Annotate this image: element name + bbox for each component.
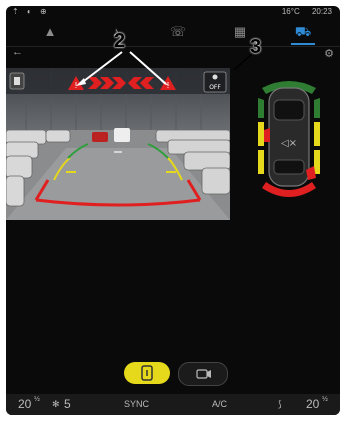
view-toggle-bar <box>124 362 230 386</box>
sensor-view-button[interactable] <box>124 362 170 384</box>
fan-icon[interactable]: ✻ <box>52 399 60 410</box>
left-temp[interactable]: 20 <box>18 397 31 411</box>
callout-label-2: 2 <box>114 30 126 52</box>
sync-button[interactable]: SYNC <box>124 399 149 409</box>
climate-bar: 20 ½ ✻ 5 SYNC A/C ⟆ 20 ½ <box>6 394 340 415</box>
svg-text:◁×: ◁× <box>281 138 297 149</box>
parking-sensor-panel: ◁× <box>252 74 326 202</box>
right-temp[interactable]: 20 <box>306 397 319 411</box>
fan-level[interactable]: 5 <box>64 397 71 411</box>
ac-button[interactable]: A/C <box>212 399 227 409</box>
left-temp-unit: ½ <box>34 396 40 403</box>
callout-label-3: 3 <box>250 36 262 58</box>
seat-heat-icon[interactable]: ⟆ <box>278 399 282 410</box>
right-temp-unit: ½ <box>322 396 328 403</box>
infotainment-screen: ⇡ ◐ ⊕ 16°C 20:23 ▲ ♪ ☏ ▦ ⛟ ← ⚙ ! ! OFF 2… <box>6 6 340 415</box>
camera-view-button[interactable] <box>178 362 228 386</box>
